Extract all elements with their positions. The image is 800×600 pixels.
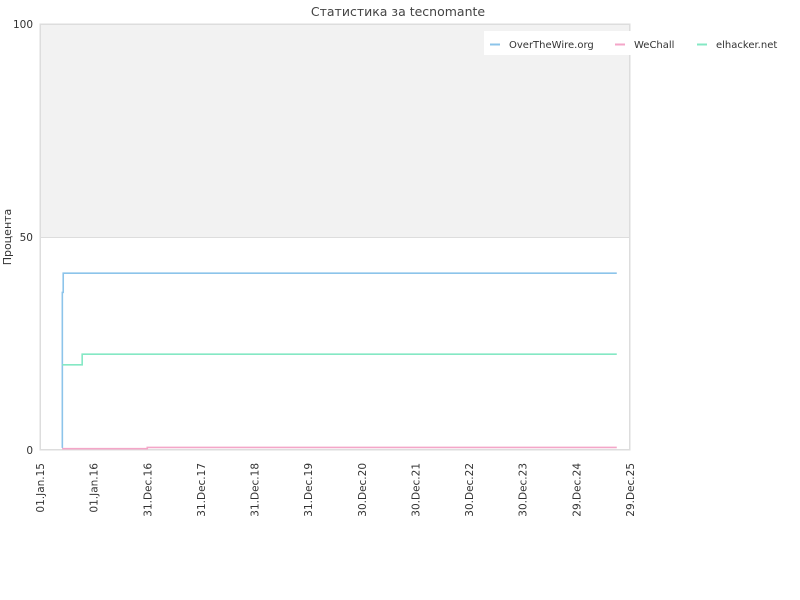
x-tick-label: 30.Dec.22 [464,463,476,517]
x-tick-label: 29.Dec.24 [571,463,583,517]
x-tick-label: 30.Dec.20 [357,463,369,517]
x-tick-label: 30.Dec.23 [518,463,530,517]
y-tick-label: 100 [13,19,33,31]
x-tick-label: 31.Dec.16 [142,463,154,517]
upper-band [40,24,630,237]
y-tick-label: 50 [20,232,33,244]
chart: Статистика за tecnomante 0 50 100 01.Jan.1… [1,4,782,517]
legend-label: elhacker.net [716,40,777,51]
chart-title: Статистика за tecnomante [311,4,486,19]
legend-label: WeChall [634,40,674,51]
x-tick-label: 01.Jan.16 [89,463,101,513]
x-tick-label: 31.Dec.19 [303,463,315,517]
x-tick-label: 29.Dec.25 [625,463,637,517]
y-tick-label: 0 [26,445,33,457]
legend: OverTheWire.org WeChall elhacker.net [484,31,782,55]
x-tick-label: 01.Jan.15 [35,463,47,513]
y-axis-label: Процента [1,209,14,266]
x-tick-label: 31.Dec.18 [250,463,262,517]
x-axis-ticks: 01.Jan.15 01.Jan.16 31.Dec.16 31.Dec.17 31.D… [35,463,637,517]
x-tick-label: 30.Dec.21 [410,463,422,517]
legend-label: OverTheWire.org [509,40,594,51]
x-tick-label: 31.Dec.17 [196,463,208,517]
